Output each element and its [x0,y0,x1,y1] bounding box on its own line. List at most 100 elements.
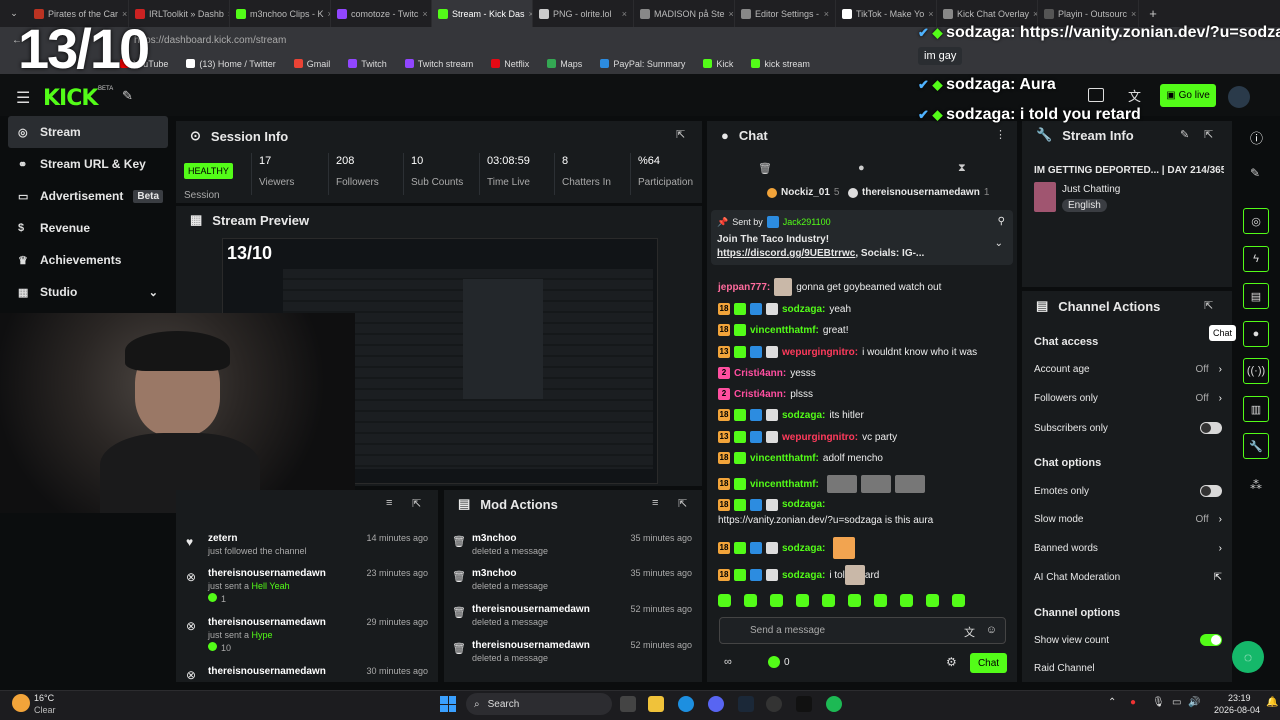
sidebar-item-studio[interactable]: ▦ Studio ⌄ [0,276,170,308]
chat-gear-icon[interactable]: ⚙ [946,655,957,669]
chat-username[interactable]: vincentthatmf: [750,453,819,464]
browser-tab[interactable]: Stream - Kick Das× [432,0,533,27]
new-tab-icon[interactable]: + [1139,6,1167,21]
layout-icon[interactable]: ▥ [1243,396,1269,422]
emote-button[interactable] [926,594,939,607]
spotify-icon[interactable] [826,696,842,712]
sidebar-item-achievements[interactable]: ♛ Achievements [0,244,170,276]
emoji-icon[interactable]: ☺ [986,624,997,636]
steam-icon[interactable] [738,696,754,712]
browser-tab[interactable]: PNG - olrite.lol × [533,0,634,27]
channel-action-raid-channel[interactable]: Raid Channel [1034,663,1222,674]
mic-icon[interactable]: 🎙 [1152,697,1165,708]
toggle-switch[interactable] [1200,634,1222,646]
windows-start-icon[interactable] [440,696,456,712]
sidebar-item-revenue[interactable]: $ Revenue [0,212,170,244]
loop-icon[interactable]: ∞ [724,656,732,668]
chat-username[interactable]: sodzaga: [782,410,825,421]
emote-button[interactable] [718,594,731,607]
channel-action-ai-chat-moderation[interactable]: AI Chat Moderation ⇱ [1034,572,1222,583]
browser-tab[interactable]: Editor Settings - × [735,0,836,27]
activity-user[interactable]: zetern [208,533,237,544]
channel-action-show-view-count[interactable]: Show view count [1034,634,1222,646]
activity-user[interactable]: thereisnousernamedawn [208,568,326,579]
chat-menu-icon[interactable]: ⋮ [995,128,1006,141]
channel-action-subscribers-only[interactable]: Subscribers only [1034,422,1222,434]
activity-user[interactable]: thereisnousernamedawn [208,617,326,628]
discord-icon[interactable] [708,696,724,712]
activity-popout-icon[interactable]: ⇱ [412,497,421,510]
channel-action-banned-words[interactable]: Banned words › [1034,543,1222,554]
chat-username[interactable]: jeppan777: [718,282,770,293]
pin-icon[interactable]: ✎ [122,88,133,104]
chat-username[interactable]: wepurgingnitro: [782,347,858,358]
send-chat-button[interactable]: Chat [970,653,1007,673]
category-name[interactable]: Just Chatting [1062,184,1120,195]
terminal-icon[interactable] [796,696,812,712]
chat-username[interactable]: wepurgingnitro: [782,432,858,443]
tab-close-icon[interactable]: × [729,9,734,19]
info-icon[interactable]: ⓘ [1250,128,1263,147]
expand-chevron-icon[interactable]: ⌄ [995,238,1003,249]
emote-button[interactable] [822,594,835,607]
bolt-icon[interactable]: ϟ [1243,246,1269,272]
emote-button[interactable] [744,594,757,607]
translate-icon[interactable]: 文 [1128,86,1141,105]
channel-action-slow-mode[interactable]: Slow mode Off › [1034,514,1222,525]
edge-icon[interactable] [678,696,694,712]
top-chatter[interactable]: Nockiz_01 5 [767,187,839,198]
chat-username[interactable]: sodzaga: [782,499,825,510]
chevron-down-icon[interactable]: ⌄ [149,286,158,299]
mod-popout-icon[interactable]: ⇱ [678,497,687,510]
tab-close-icon[interactable]: × [824,9,829,19]
emote-button[interactable] [900,594,913,607]
top-chatter[interactable]: thereisnousernamedawn 1 [848,187,989,198]
chat-icon[interactable]: ● [1243,321,1269,347]
trash-icon[interactable]: 🗑 [758,162,772,175]
chat-username[interactable]: vincentthatmf: [750,325,819,336]
browser-tab[interactable]: TikTok - Make Yo × [836,0,937,27]
network-icon[interactable]: ▭ [1172,697,1181,708]
browser-tab[interactable]: Playin - Outsourc × [1038,0,1139,27]
browser-tab[interactable]: m3nchoo Clips - K× [230,0,331,27]
bookmark-item[interactable]: kick stream [751,59,810,69]
channel-action-emotes-only[interactable]: Emotes only [1034,485,1222,497]
tab-close-icon[interactable]: × [622,9,627,19]
hamburger-menu-icon[interactable]: ☰ [16,88,30,108]
tab-close-icon[interactable]: × [1131,9,1136,19]
sidebar-item-stream-url-key[interactable]: ⚭ Stream URL & Key [0,148,170,180]
tab-close-icon[interactable]: × [422,9,427,19]
toggle-switch[interactable] [1200,422,1222,434]
taskbar-search[interactable]: ⌕ Search [466,693,612,715]
rail-edit-icon[interactable]: ✎ [1250,166,1260,180]
user-avatar[interactable] [1228,86,1250,108]
support-chat-icon[interactable]: ◌ [1232,641,1264,673]
sidebar-item-advertisement[interactable]: ▭ Advertisement Beta [0,180,170,212]
unpin-icon[interactable]: ⚲ [998,216,1005,227]
tray-chevron-icon[interactable]: ⌃ [1108,697,1116,708]
notification-icon[interactable]: 🔔 [1266,697,1278,708]
popout-icon[interactable]: ⇱ [676,128,685,141]
bookmark-item[interactable]: (13) Home / Twitter [186,59,276,69]
volume-icon[interactable]: 🔊 [1188,697,1200,708]
rail-more-icon[interactable]: ⁂ [1250,478,1262,492]
broadcast-icon[interactable]: ((·)) [1243,358,1269,384]
browser-tab[interactable]: MADISON på Ste × [634,0,735,27]
chat-username[interactable]: Cristi4ann: [734,389,786,400]
chat-username[interactable]: sodzaga: [782,570,825,581]
bookmark-item[interactable]: Netflix [491,59,529,69]
activity-user[interactable]: thereisnousernamedawn [208,666,326,677]
sidebar-item-stream[interactable]: ◎ Stream [8,116,168,148]
theater-icon[interactable] [1088,88,1104,102]
chat-username[interactable]: Cristi4ann: [734,368,786,379]
wrench-icon[interactable]: 🔧 [1243,433,1269,459]
edit-icon[interactable]: ✎ [1180,128,1189,141]
browser-tab[interactable]: comotoze - Twitc × [331,0,432,27]
browser-tab[interactable]: Kick Chat Overlay × [937,0,1038,27]
go-live-button[interactable]: ▣ Go live [1160,84,1216,107]
task-view-icon[interactable] [620,696,636,712]
bookmark-item[interactable]: Twitch stream [404,59,473,69]
hourglass-icon[interactable]: ⧗ [958,162,966,175]
mod-user[interactable]: thereisnousernamedawn [472,640,590,651]
toggle-switch[interactable] [1200,485,1222,497]
